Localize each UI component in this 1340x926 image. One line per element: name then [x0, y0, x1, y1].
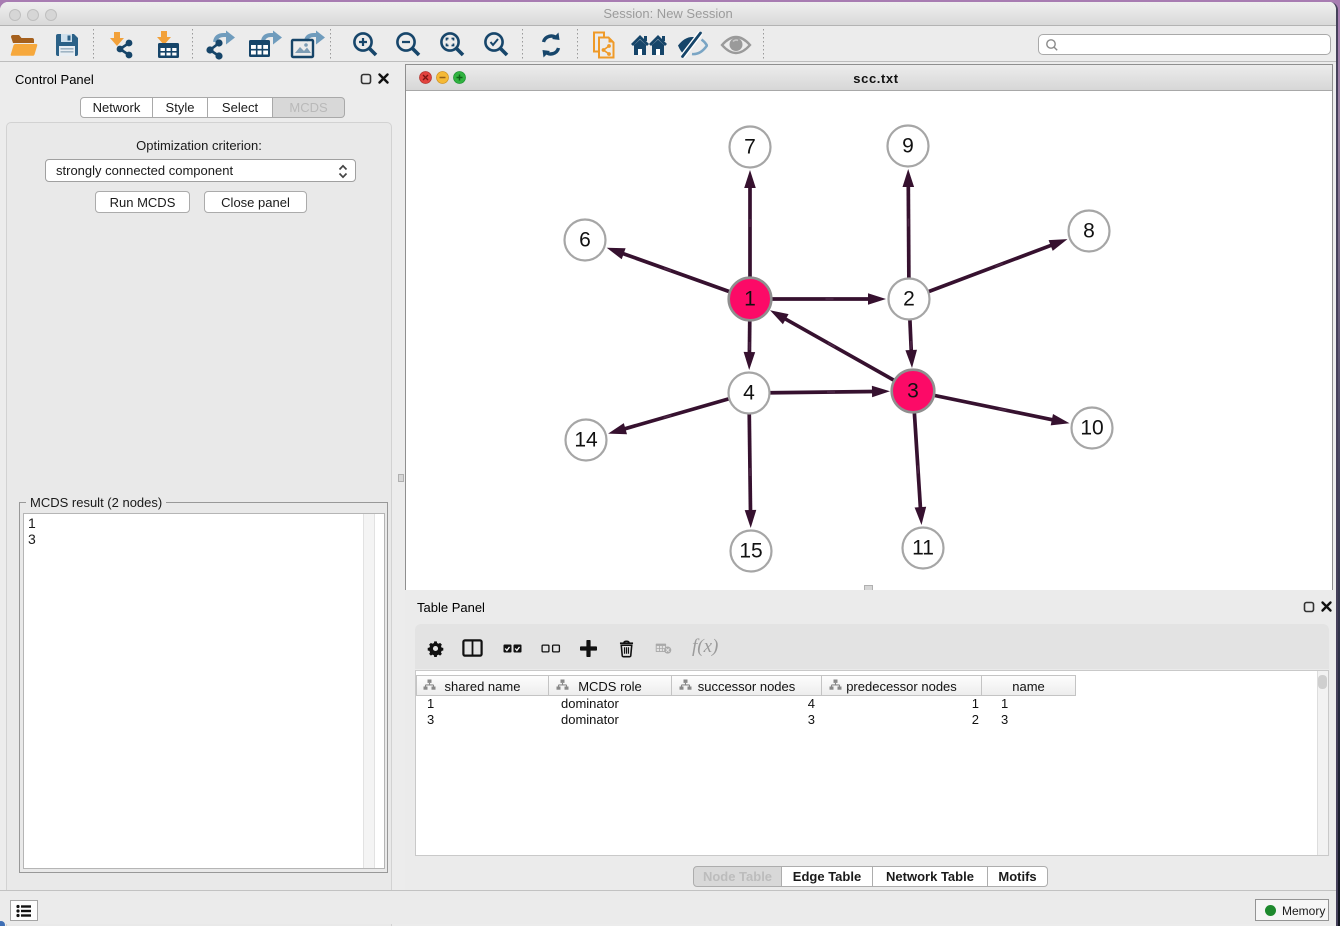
- svg-text:4: 4: [743, 382, 755, 405]
- svg-text:14: 14: [574, 429, 598, 452]
- svg-text:1: 1: [744, 288, 756, 311]
- svg-text:15: 15: [739, 540, 762, 563]
- svg-text:2: 2: [903, 288, 915, 311]
- svg-text:7: 7: [744, 136, 756, 159]
- svg-text:10: 10: [1080, 417, 1103, 440]
- svg-text:3: 3: [907, 380, 919, 403]
- svg-text:6: 6: [579, 229, 591, 252]
- svg-text:11: 11: [912, 537, 934, 560]
- svg-text:9: 9: [902, 135, 914, 158]
- svg-text:8: 8: [1083, 220, 1095, 243]
